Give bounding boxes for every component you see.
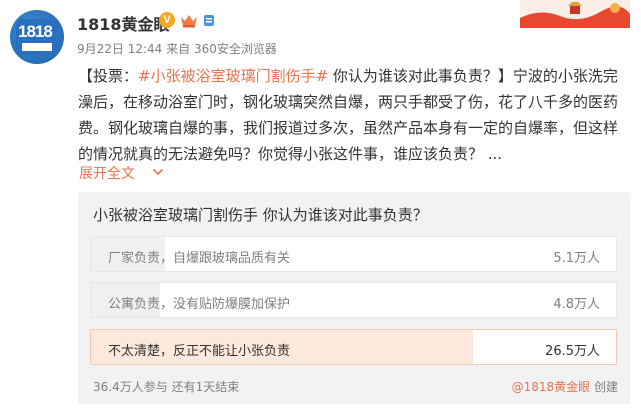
poll-option-count: 5.1万人 [553, 251, 600, 266]
expand-link[interactable]: 展开全文 [79, 163, 135, 183]
poll-option-label: 厂家负责，自爆跟玻璃品质有关 [108, 251, 291, 266]
poll-option-2[interactable]: 公寓负责，没有贴防爆膜加保护 4.8万人 [90, 282, 617, 318]
crown-icon[interactable] [180, 13, 198, 28]
avatar-logo-text: 1818 [18, 22, 53, 41]
poll-card: 小张被浴室玻璃门割伤手 你认为谁该对此事负责？ 厂家负责，自爆跟玻璃品质有关 5… [78, 192, 630, 404]
chevron-down-icon[interactable] [152, 167, 164, 177]
post-time[interactable]: 9月22日 12:44 [77, 42, 162, 56]
creator-link[interactable]: @1818黄金眼 [512, 380, 591, 394]
poll-footer: 36.4万人参与 还有1天结束 [93, 378, 239, 395]
poll-participants: 36.4万人参与 [93, 380, 168, 394]
creator-suffix: 创建 [593, 380, 618, 394]
post-prefix: 【投票： [78, 67, 139, 85]
fan-icon[interactable] [202, 13, 216, 28]
decorative-banner [520, 0, 630, 28]
poll-option-1[interactable]: 厂家负责，自爆跟玻璃品质有关 5.1万人 [90, 236, 617, 272]
poll-question: 小张被浴室玻璃门割伤手 你认为谁该对此事负责？ [93, 206, 428, 224]
user-name[interactable]: 1818黄金眼 [77, 11, 170, 35]
post-meta: 9月22日 12:44 来自 360安全浏览器 [77, 40, 277, 57]
poll-option-label: 公寓负责，没有贴防爆膜加保护 [108, 297, 291, 312]
post-source: 来自 360安全浏览器 [166, 42, 277, 56]
verified-icon[interactable]: V [159, 12, 175, 28]
poll-creator: @1818黄金眼 创建 [512, 378, 618, 395]
poll-remaining: 还有1天结束 [171, 380, 240, 394]
poll-option-count: 26.5万人 [545, 344, 600, 359]
poll-option-label: 不太清楚，反正不能让小张负责 [108, 344, 291, 359]
post-text: 【投票：#小张被浴室玻璃门割伤手# 你认为谁该对此事负责？】宁波的小张洗完澡后，… [78, 63, 630, 167]
avatar-logo-bar [22, 43, 52, 51]
poll-option-3[interactable]: 不太清楚，反正不能让小张负责 26.5万人 [90, 329, 617, 365]
topic-link[interactable]: #小张被浴室玻璃门割伤手# [138, 67, 328, 85]
poll-option-count: 4.8万人 [553, 297, 600, 312]
avatar[interactable]: 1818 [10, 10, 64, 64]
